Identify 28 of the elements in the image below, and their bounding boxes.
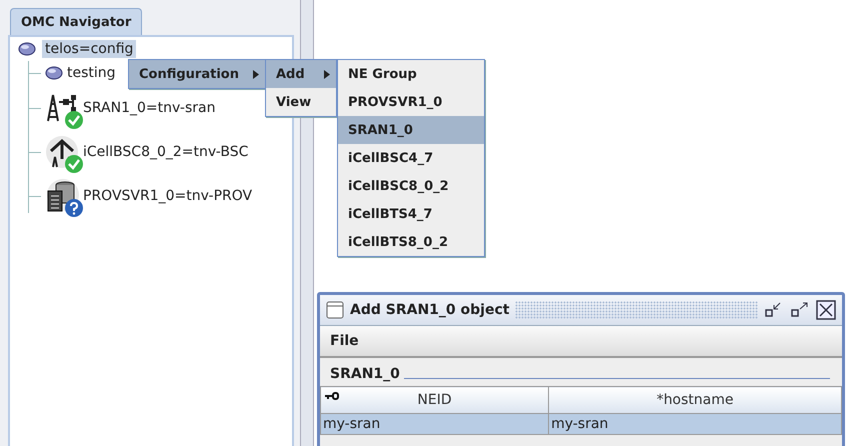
close-icon[interactable] [816,300,836,320]
menu-item[interactable]: PROVSVR1_0 [338,88,484,116]
tree-item[interactable]: PROVSVR1_0=tnv-PROV [83,188,252,204]
globe-icon [45,66,63,80]
tree-item[interactable]: SRAN1_0=tnv-sran [83,100,216,116]
tree-item[interactable]: iCellBSC8_0_2=tnv-BSC [83,144,248,160]
table-cell: my-sran [548,414,842,434]
window-title: Add SRAN1_0 object [350,302,510,318]
menu-item[interactable]: File [320,333,369,349]
tree-item[interactable]: testing [67,65,116,81]
menu-item[interactable]: Add [266,60,336,88]
table-cell: my-sran [320,414,549,434]
maximize-icon[interactable] [790,301,810,319]
globe-icon [18,42,36,56]
menu-item[interactable]: NE Group [338,60,484,88]
menu-item[interactable]: iCellBSC4_7 [338,144,484,172]
menu-item[interactable]: iCellBTS8_0_2 [338,228,484,256]
menu-item[interactable]: View [266,88,336,116]
menu-item[interactable]: iCellBSC8_0_2 [338,172,484,200]
menu-item[interactable]: Configuration [129,60,265,88]
tree-item[interactable]: telos=config [42,40,136,58]
menu-item[interactable]: iCellBTS4_7 [338,200,484,228]
window-icon [326,301,344,319]
column-header[interactable]: *hostname [548,386,842,414]
column-header[interactable]: NEID [320,386,549,414]
menu-item[interactable]: SRAN1_0 [338,116,484,144]
section-title: SRAN1_0 [330,366,400,382]
navigator-tab[interactable]: OMC Navigator [10,8,142,36]
